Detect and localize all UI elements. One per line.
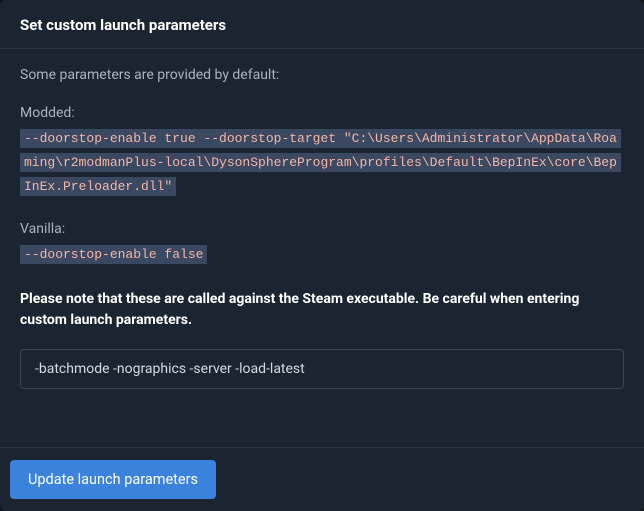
launch-params-modal: Set custom launch parameters Some parame… (0, 0, 644, 511)
modal-title: Set custom launch parameters (20, 16, 624, 34)
vanilla-label: Vanilla: (20, 221, 624, 237)
modded-code: --doorstop-enable true --doorstop-target… (20, 129, 621, 196)
modded-label: Modded: (20, 105, 624, 121)
modal-header: Set custom launch parameters (0, 0, 644, 49)
warning-note: Please note that these are called agains… (20, 289, 624, 331)
modal-body: Some parameters are provided by default:… (0, 49, 644, 447)
modal-footer: Update launch parameters (0, 447, 644, 511)
launch-params-input[interactable] (20, 349, 624, 389)
intro-text: Some parameters are provided by default: (20, 67, 624, 83)
vanilla-code-wrap: --doorstop-enable false (20, 243, 624, 267)
update-launch-params-button[interactable]: Update launch parameters (10, 460, 216, 499)
vanilla-code: --doorstop-enable false (20, 245, 207, 264)
modded-code-wrap: --doorstop-enable true --doorstop-target… (20, 127, 624, 199)
